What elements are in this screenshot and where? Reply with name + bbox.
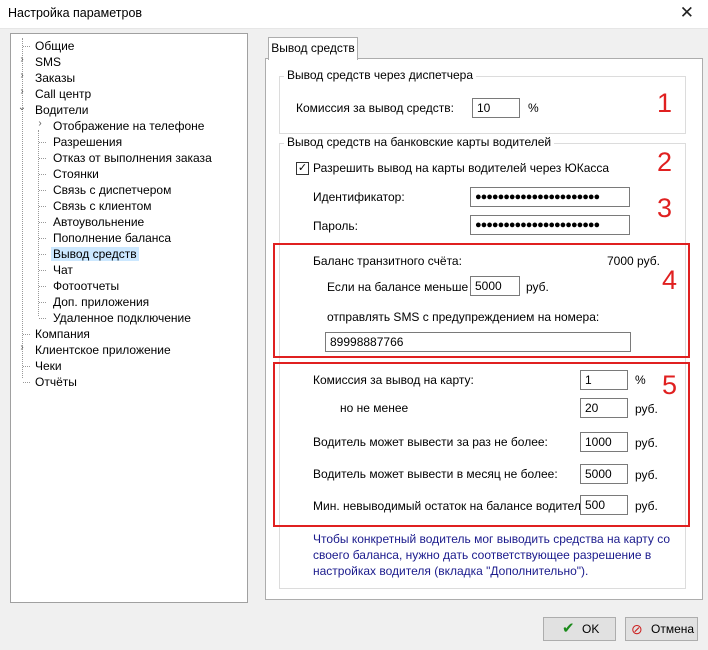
tree-item-refusal[interactable]: Отказ от выполнения заказа <box>53 150 212 166</box>
tree-item-drivers[interactable]: Водители <box>35 102 88 118</box>
tree-item-withdrawal-label: Вывод средств <box>51 247 139 261</box>
chevron-right-icon[interactable]: › <box>17 86 27 97</box>
tree-item-chat[interactable]: Чат <box>53 262 73 278</box>
window-title: Настройка параметров <box>8 6 143 20</box>
chevron-right-icon[interactable]: › <box>17 70 27 81</box>
tree-item-client-link[interactable]: Связь с клиентом <box>53 198 152 214</box>
tree-item-balance-topup[interactable]: Пополнение баланса <box>53 230 171 246</box>
commission-label: Комиссия за вывод средств: <box>296 101 454 115</box>
tree-connector <box>39 270 46 271</box>
tree-item-reports[interactable]: Отчёты <box>35 374 77 390</box>
chevron-down-icon[interactable]: ⌄ <box>17 102 27 113</box>
bank-group-title: Вывод средств на банковские карты водите… <box>284 135 555 149</box>
chevron-right-icon[interactable]: › <box>35 118 45 129</box>
tree-item-orders[interactable]: Заказы <box>35 70 75 86</box>
tree-item-client-app[interactable]: Клиентское приложение <box>35 342 171 358</box>
tree-connector <box>23 366 30 367</box>
tree-item-remote-connection[interactable]: Удаленное подключение <box>53 310 191 326</box>
tree-connector <box>39 142 46 143</box>
tree-item-company[interactable]: Компания <box>35 326 90 342</box>
tree-connector <box>39 302 46 303</box>
tree-connector <box>39 158 46 159</box>
tree-item-permissions[interactable]: Разрешения <box>53 134 122 150</box>
tab-withdrawal[interactable]: Вывод средств <box>268 37 358 60</box>
password-input[interactable]: ●●●●●●●●●●●●●●●●●●●●●● <box>470 215 630 235</box>
percent-label: % <box>528 101 539 115</box>
chevron-right-icon[interactable]: › <box>17 342 27 353</box>
tree-connector <box>23 46 30 47</box>
dispatcher-group-title: Вывод средств через диспетчера <box>284 68 476 82</box>
annotation-number-5: 5 <box>662 370 678 400</box>
tree-item-general[interactable]: Общие <box>35 38 74 54</box>
cancel-button-label: Отмена <box>651 622 695 636</box>
info-note-line: Чтобы конкретный водитель мог выводить с… <box>313 532 671 546</box>
forbid-icon: ⊘ <box>631 621 643 637</box>
cancel-button[interactable]: ⊘ Отмена <box>625 617 698 641</box>
tree-connector <box>39 174 46 175</box>
tree-item-stands[interactable]: Стоянки <box>53 166 99 182</box>
tree-connector <box>39 254 46 255</box>
tree-connector <box>39 222 46 223</box>
annotation-number-4: 4 <box>662 265 678 295</box>
annotation-number-3: 3 <box>657 193 673 223</box>
allow-checkbox[interactable]: ✓ <box>296 162 309 175</box>
check-icon: ✔ <box>562 620 575 637</box>
tree-item-phone-display[interactable]: Отображение на телефоне <box>53 118 204 134</box>
tree-connector <box>23 334 30 335</box>
tree-connector <box>39 190 46 191</box>
tree-connector <box>39 286 46 287</box>
title-bar: Настройка параметров ✕ <box>0 0 708 29</box>
id-label: Идентификатор: <box>313 190 405 204</box>
annotation-number-2: 2 <box>657 147 673 177</box>
settings-tree[interactable]: Общие › SMS › Заказы › Call центр ⌄ Води… <box>10 33 248 603</box>
tree-item-autodismissal[interactable]: Автоувольнение <box>53 214 144 230</box>
annotation-number-1: 1 <box>657 88 673 118</box>
tree-item-receipts[interactable]: Чеки <box>35 358 62 374</box>
tree-connector <box>39 318 46 319</box>
info-note: Чтобы конкретный водитель мог выводить с… <box>313 531 670 579</box>
tree-item-withdrawal[interactable]: Вывод средств <box>51 246 139 262</box>
tree-item-extra-apps[interactable]: Доп. приложения <box>53 294 149 310</box>
id-input[interactable]: ●●●●●●●●●●●●●●●●●●●●●● <box>470 187 630 207</box>
ok-button[interactable]: ✔ OK <box>543 617 616 641</box>
tree-item-call-center[interactable]: Call центр <box>35 86 91 102</box>
tree-item-sms[interactable]: SMS <box>35 54 61 70</box>
annotation-box-5 <box>273 362 690 527</box>
ok-button-label: OK <box>582 622 600 636</box>
tree-item-dispatcher-link[interactable]: Связь с диспетчером <box>53 182 171 198</box>
commission-input[interactable]: 10 <box>472 98 520 118</box>
password-label: Пароль: <box>313 219 358 233</box>
info-note-line: настройках водителя (вкладка "Дополнител… <box>313 564 589 578</box>
tree-connector <box>39 238 46 239</box>
allow-label[interactable]: Разрешить вывод на карты водителей через… <box>313 161 609 175</box>
tree-connector <box>39 206 46 207</box>
info-note-line: своего баланса, нужно дать соответствующ… <box>313 548 652 562</box>
annotation-box-4 <box>273 243 690 358</box>
close-icon[interactable]: ✕ <box>680 3 694 23</box>
tree-connector <box>23 382 30 383</box>
tree-item-photo-reports[interactable]: Фотоотчеты <box>53 278 119 294</box>
chevron-right-icon[interactable]: › <box>17 54 27 65</box>
